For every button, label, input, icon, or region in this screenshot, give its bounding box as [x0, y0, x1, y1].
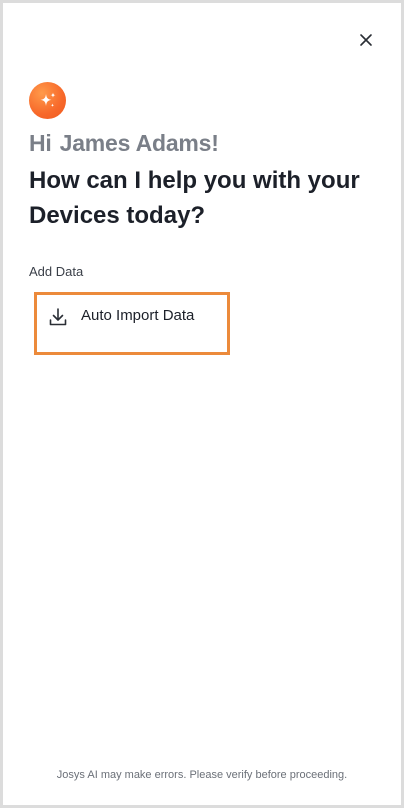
auto-import-data-label: Auto Import Data: [81, 307, 195, 324]
greeting: Hi James Adams!: [29, 130, 219, 157]
section-label-add-data: Add Data: [29, 264, 84, 279]
download-icon: [49, 308, 67, 326]
page-headline: How can I help you with your Devices tod…: [29, 167, 360, 229]
close-button[interactable]: [355, 29, 377, 51]
disclaimer-text: Josys AI may make errors. Please verify …: [56, 769, 348, 781]
greeting-prefix: Hi: [29, 130, 52, 156]
sparkle-icon: [40, 92, 55, 107]
greeting-name: James Adams!: [59, 130, 219, 156]
auto-import-data-button[interactable]: Auto Import Data: [34, 292, 230, 355]
assistant-panel: Hi James Adams! How can I help you with y…: [0, 0, 404, 808]
close-icon: [360, 34, 372, 46]
assistant-avatar: [29, 82, 66, 119]
